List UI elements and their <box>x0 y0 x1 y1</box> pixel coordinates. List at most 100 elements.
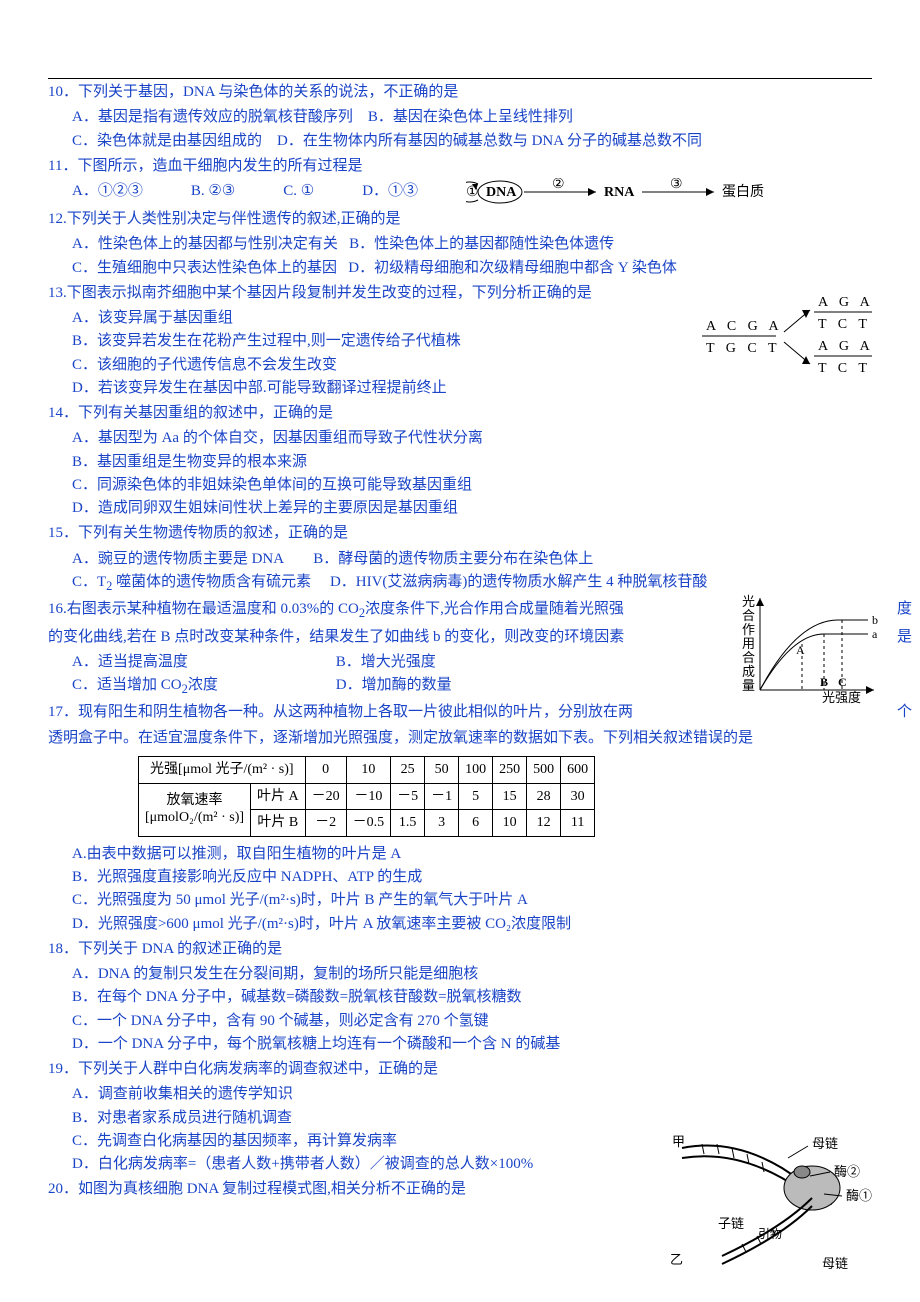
photosynthesis-chart-icon: 光 合 作 用 合 成 量 b a A B C <box>742 594 892 704</box>
q19-q20-block: 甲 母链 酶② 酶① 子链 引物 乙 母链 <box>48 1058 872 1202</box>
th-c1: 10 <box>346 756 391 783</box>
b2: 1.5 <box>391 810 425 837</box>
q12-row1: A．性染色体上的基因都与性别决定有关 B．性染色体上的基因都随性染色体遗传 <box>48 233 872 256</box>
b0: －2 <box>305 810 346 837</box>
q16-block: 光 合 作 用 合 成 量 b a A B C <box>48 598 872 699</box>
b4: 6 <box>459 810 493 837</box>
top-rule <box>48 78 872 79</box>
svg-text:a: a <box>872 627 878 641</box>
q10-optB: B．基因在染色体上呈线性排列 <box>368 109 573 125</box>
q17-optC: C．光照强度为 50 μmol 光子/(m²·s)时，叶片 B 产生的氧气大于叶… <box>48 889 872 912</box>
q11: 11．下图所示，造血干细胞内发生的所有过程是 A．①②③ B. ②③ C. ① … <box>48 155 872 206</box>
svg-text:②: ② <box>552 178 565 192</box>
q12-optB: B．性染色体上的基因都随性染色体遗传 <box>349 236 614 252</box>
a4: 5 <box>459 783 493 810</box>
q15-optA: A．豌豆的遗传物质主要是 DNA <box>72 551 283 567</box>
svg-text:子链: 子链 <box>718 1216 744 1231</box>
dna-replication-icon: 甲 母链 酶② 酶① 子链 引物 乙 母链 <box>662 1128 892 1278</box>
a0: －20 <box>305 783 346 810</box>
b3: 3 <box>425 810 459 837</box>
q15-optC: C．T2 噬菌体的遗传物质含有硫元素 <box>72 574 315 590</box>
svg-text:蛋白质: 蛋白质 <box>722 184 764 200</box>
a5: 15 <box>493 783 527 810</box>
svg-text:用: 用 <box>742 636 755 651</box>
svg-text:合: 合 <box>742 650 755 665</box>
a7: 30 <box>561 783 595 810</box>
q12-row2: C．生殖细胞中只表达性染色体上的基因 D．初级精母细胞和次级精母细胞中都含 Y … <box>48 257 872 280</box>
dna-flow-icon: ① DNA ② RNA ③ 蛋白质 <box>466 178 806 206</box>
table-row-A: 放氧速率 [μmolO₂/(m² · s)] 叶片 A －20 －10 －5 －… <box>139 783 595 810</box>
q14-optD: D．造成同卵双生姐妹间性状上差异的主要原因是基因重组 <box>48 497 872 520</box>
q10-row2: C．染色体就是由基因组成的 D．在生物体内所有基因的碱基总数与 DNA 分子的碱… <box>48 130 872 153</box>
leafA-label: 叶片 A <box>251 783 306 810</box>
q19-optA: A．调查前收集相关的遗传学知识 <box>48 1083 872 1106</box>
q16-optD: D．增加酶的数量 <box>336 677 452 693</box>
q16-optA: A．适当提高温度 <box>72 651 332 674</box>
q13-diagram: A C G A T G C T A G A T C T A G A T C T <box>702 292 882 390</box>
q18-optA: A．DNA 的复制只发生在分裂间期，复制的场所只能是细胞核 <box>48 963 872 986</box>
q10-row1: A．基因是指有遗传效应的脱氧核苷酸序列 B．基因在染色体上呈线性排列 <box>48 106 872 129</box>
b1: －0.5 <box>346 810 391 837</box>
svg-text:A C G A: A C G A <box>706 319 783 334</box>
q16-stem-a: 16.右图表示某种植物在最适温度和 0.03%的 CO <box>48 601 359 617</box>
q11-diagram: ① DNA ② RNA ③ 蛋白质 <box>466 178 806 206</box>
q18-stem: 18．下列关于 DNA 的叙述正确的是 <box>48 938 872 961</box>
svg-text:A G A: A G A <box>818 339 874 354</box>
q17-stem2: 透明盒子中。在适宜温度条件下，逐渐增加光照强度，测定放氧速率的数据如下表。下列相… <box>48 727 872 750</box>
a1: －10 <box>346 783 391 810</box>
a6: 28 <box>527 783 561 810</box>
svg-text:T G C T: T G C T <box>706 341 781 356</box>
q16-optB: B．增大光强度 <box>336 654 436 670</box>
svg-text:C: C <box>838 675 847 689</box>
a2: －5 <box>391 783 425 810</box>
q17-optD: D．光照强度>600 μmol 光子/(m²·s)时，叶片 A 放氧速率主要被 … <box>48 913 872 936</box>
q15-stem: 15．下列有关生物遗传物质的叙述，正确的是 <box>48 522 872 545</box>
q15-optB: B．酵母菌的遗传物质主要分布在染色体上 <box>313 551 593 567</box>
svg-text:RNA: RNA <box>604 185 635 200</box>
leafB-label: 叶片 B <box>251 810 306 837</box>
q15-optC-post: 噬菌体的遗传物质含有硫元素 <box>112 574 311 590</box>
svg-text:DNA: DNA <box>486 185 517 200</box>
q11-optC: C. ① <box>283 180 314 203</box>
q16-chart: 光 合 作 用 合 成 量 b a A B C <box>742 594 892 712</box>
q15-optD: D．HIV(艾滋病病毒)的遗传物质水解产生 4 种脱氧核苷酸 <box>330 574 708 590</box>
table-header-row: 光强[μmol 光子/(m² · s)] 0 10 25 50 100 250 … <box>139 756 595 783</box>
b6: 12 <box>527 810 561 837</box>
q12-optD: D．初级精母细胞和次级精母细胞中都含 Y 染色体 <box>348 260 677 276</box>
svg-text:甲: 甲 <box>672 1134 685 1149</box>
q15-row1: A．豌豆的遗传物质主要是 DNA B．酵母菌的遗传物质主要分布在染色体上 <box>48 548 872 571</box>
q11-optD: D．①③ <box>362 180 418 203</box>
gene-mutation-icon: A C G A T G C T A G A T C T A G A T C T <box>702 292 882 382</box>
svg-text:酶②: 酶② <box>834 1164 860 1179</box>
q17-tail-a: 个 <box>897 701 912 724</box>
q10-stem: 10．下列关于基因，DNA 与染色体的关系的说法，不正确的是 <box>48 81 872 104</box>
svg-text:A G A: A G A <box>818 295 874 310</box>
th-c0: 0 <box>305 756 346 783</box>
th-c7: 600 <box>561 756 595 783</box>
q17-optB: B．光照强度直接影响光反应中 NADPH、ATP 的生成 <box>48 866 872 889</box>
q17-optA: A.由表中数据可以推测，取自阳生植物的叶片是 A <box>48 843 872 866</box>
q18-optC: C．一个 DNA 分子中，含有 90 个碱基，则必定含有 270 个氢键 <box>48 1010 872 1033</box>
b5: 10 <box>493 810 527 837</box>
th-c6: 500 <box>527 756 561 783</box>
q14-optA: A．基因型为 Aa 的个体自交，因基因重组而导致子代性状分离 <box>48 427 872 450</box>
q14-optC: C．同源染色体的非姐妹染色单体间的互换可能导致基因重组 <box>48 474 872 497</box>
q14-stem: 14．下列有关基因重组的叙述中，正确的是 <box>48 402 872 425</box>
svg-text:T C T: T C T <box>818 317 871 332</box>
svg-text:B: B <box>820 675 828 689</box>
svg-text:作: 作 <box>742 622 755 637</box>
svg-text:T C T: T C T <box>818 361 871 376</box>
q16-stem-b: 的变化曲线,若在 B 点时改变某种条件，结果发生了如曲线 b 的变化，则改变的环… <box>48 629 624 645</box>
dna-replication-figure: 甲 母链 酶② 酶① 子链 引物 乙 母链 <box>662 1128 892 1286</box>
q17-stem1: 17．现有阳生和阴生植物各一种。从这两种植物上各取一片彼此相似的叶片，分别放在两… <box>48 701 872 724</box>
th-light: 光强[μmol 光子/(m² · s)] <box>139 756 306 783</box>
q11-optA: A．①②③ <box>72 180 143 203</box>
a3: －1 <box>425 783 459 810</box>
q16-tail-b: 是 <box>897 626 912 649</box>
svg-text:乙: 乙 <box>670 1252 683 1267</box>
svg-text:成: 成 <box>742 664 755 679</box>
svg-text:b: b <box>872 613 878 627</box>
q10-optD: D．在生物体内所有基因的碱基总数与 DNA 分子的碱基总数不同 <box>277 133 702 149</box>
q12-optC: C．生殖细胞中只表达性染色体上的基因 <box>72 260 337 276</box>
q10-optA: A．基因是指有遗传效应的脱氧核苷酸序列 <box>72 109 353 125</box>
